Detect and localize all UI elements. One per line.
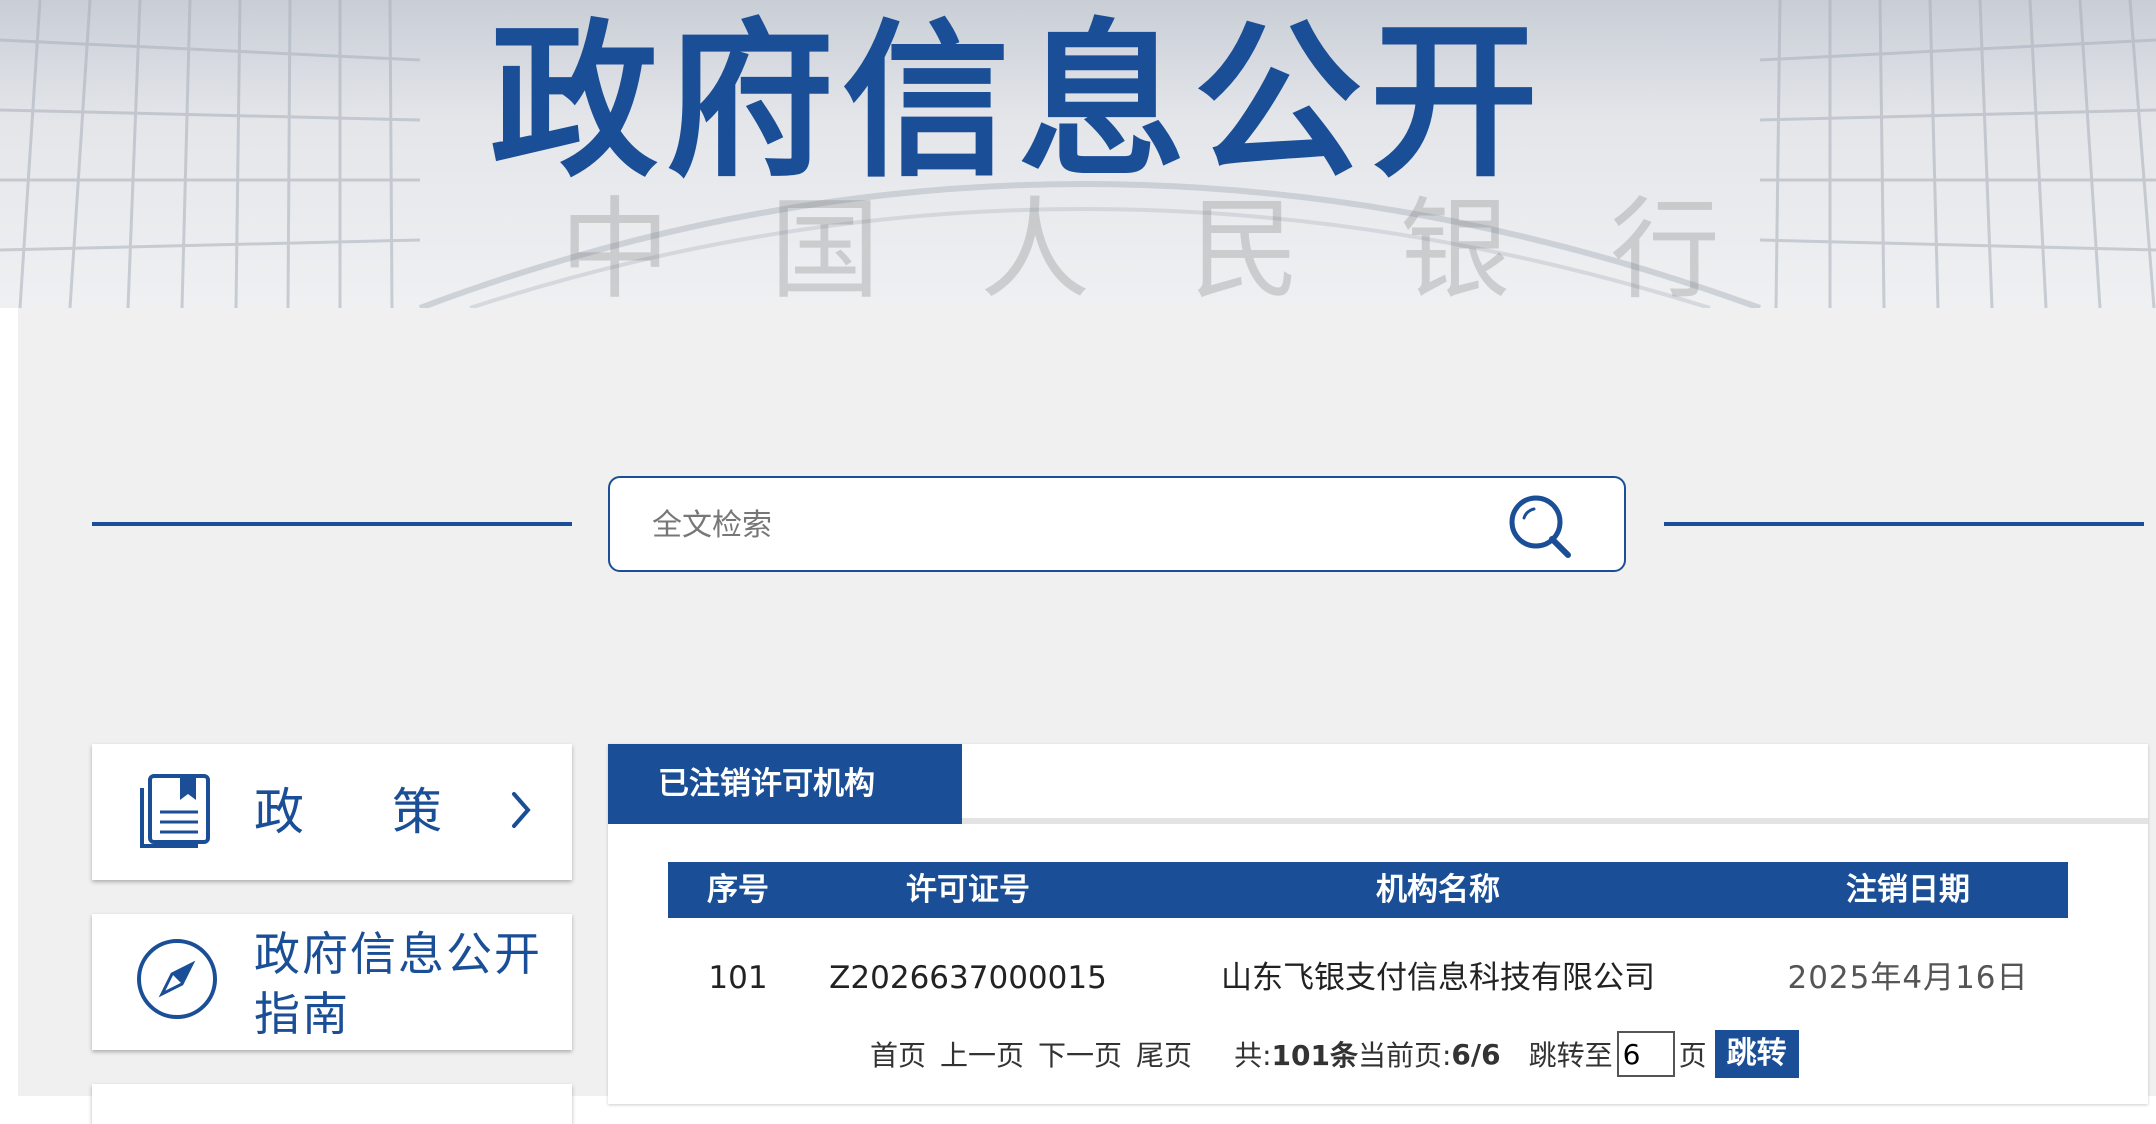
cell-revocation-date: 2025年4月16日 [1787, 960, 2029, 996]
header-license-number: 许可证号 [906, 872, 1030, 908]
chevron-right-icon [512, 792, 531, 828]
compass-icon [137, 939, 217, 1019]
table-row: 101 Z2026637000015 山东飞银支付信息科技有限公司 2025年4… [668, 950, 2068, 1006]
header-serial: 序号 [707, 872, 769, 908]
panel-tab-bar: 已注销许可机构 [608, 744, 2148, 824]
nav-item-label: 政府信息公开指南 [254, 927, 542, 1041]
cell-license-number: Z2026637000015 [829, 960, 1107, 996]
pager-next[interactable]: 下一页 [1038, 1034, 1122, 1074]
search-divider-left [92, 522, 572, 526]
search-icon[interactable] [1506, 492, 1576, 562]
cell-institution-name[interactable]: 山东飞银支付信息科技有限公司 [1128, 950, 1748, 1006]
pager-total-label: 共: [1234, 1039, 1272, 1072]
pager-jump-label: 跳转至 [1528, 1039, 1613, 1072]
header-revocation-date: 注销日期 [1846, 872, 1970, 908]
table-header: 序号 许可证号 机构名称 注销日期 [668, 862, 2068, 918]
pager-page-suffix: 页 [1678, 1039, 1707, 1072]
search-divider-right [1664, 522, 2144, 526]
pager-prev[interactable]: 上一页 [940, 1034, 1024, 1074]
header-banner: 中 国 人 民 银 行 政府信息公开 [0, 0, 2156, 308]
main-content: 政策 政府信息公开指南 已注销许可机构 序号 许可证号 机构名称 注销日期 10… [18, 308, 2156, 1124]
nav-item-disclosure-guide[interactable]: 政府信息公开指南 [92, 914, 572, 1050]
content-panel: 已注销许可机构 序号 许可证号 机构名称 注销日期 101 Z202663700… [608, 744, 2148, 1104]
pager-first[interactable]: 首页 [870, 1034, 926, 1074]
nav-item-policy[interactable]: 政策 [92, 744, 572, 880]
cell-serial: 101 [708, 960, 768, 996]
header-institution-name: 机构名称 [1376, 872, 1500, 908]
search-box [608, 476, 1626, 572]
pager-current-label: 当前页: [1357, 1039, 1452, 1072]
jump-button[interactable]: 跳转 [1714, 1030, 1799, 1078]
nav-item-partial[interactable] [92, 1084, 572, 1124]
page-title: 政府信息公开 [490, 4, 1546, 200]
tab-revoked-institutions[interactable]: 已注销许可机构 [608, 744, 962, 824]
pagination: 首页 上一页 下一页 尾页 共: 101条 当前页: 6/6 跳转至 页 跳转 [870, 1028, 1799, 1080]
document-stack-icon [140, 774, 210, 848]
pager-total-value: 101条 [1271, 1039, 1358, 1072]
page-jump-input[interactable] [1616, 1031, 1675, 1077]
search-input[interactable] [650, 498, 1494, 552]
nav-item-label: 政策 [254, 783, 530, 841]
pager-last[interactable]: 尾页 [1136, 1034, 1192, 1074]
pager-current-value: 6/6 [1451, 1037, 1501, 1071]
